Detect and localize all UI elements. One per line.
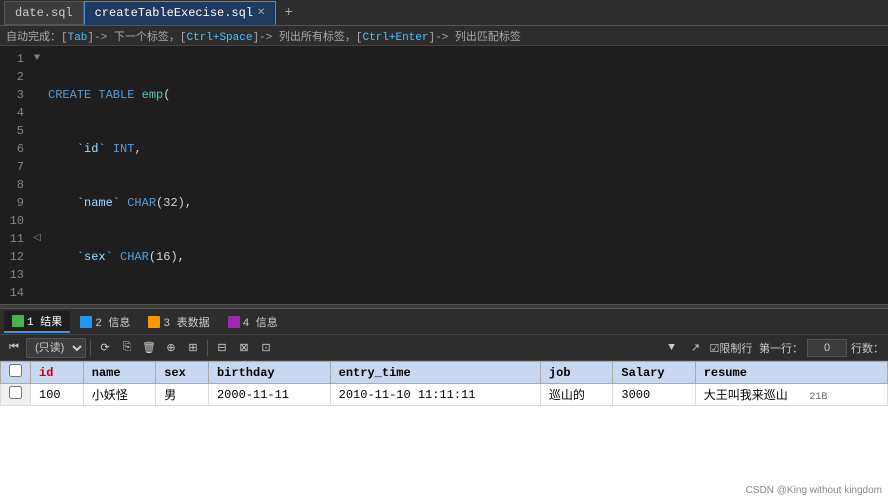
data-grid[interactable]: id name sex birthday entry_time job Sala…	[0, 361, 888, 502]
select-all-checkbox[interactable]	[9, 364, 22, 377]
col-header-resume: resume	[695, 362, 887, 384]
app-container: date.sql createTableExecise.sql ✕ + 自动完成…	[0, 0, 888, 502]
toolbar-filter[interactable]: ⊕	[161, 338, 181, 358]
table-header-row: id name sex birthday entry_time job Sala…	[1, 362, 888, 384]
result-tab-3[interactable]: 3 表数据	[140, 311, 217, 333]
result-tab-1[interactable]: 1 结果	[4, 311, 70, 333]
cell-entry-time: 2010-11-10 11:11:11	[330, 384, 540, 406]
sep-1	[90, 340, 91, 356]
col-header-job: job	[540, 362, 612, 384]
tab-date-sql[interactable]: date.sql	[4, 1, 84, 25]
table-row[interactable]: 100 小妖怪 男 2000-11-11 2010-11-10 11:11:11…	[1, 384, 888, 406]
cell-name: 小妖怪	[83, 384, 155, 406]
toolbar-filter-icon[interactable]: ▼	[662, 338, 682, 358]
col-header-birthday: birthday	[208, 362, 330, 384]
collapse-icon-1[interactable]: ▼	[30, 50, 44, 68]
row-checkbox[interactable]	[9, 386, 22, 399]
cell-id: 100	[31, 384, 84, 406]
result-icon-4	[228, 316, 240, 328]
line-numbers: 1 2 3 4 5 6 7 8 9 10 11 12 13 14 15 16	[0, 46, 30, 304]
readonly-select[interactable]: (只读)	[26, 338, 86, 358]
collapse-area: ▼ ◁	[30, 46, 44, 304]
col-header-entry-time: entry_time	[330, 362, 540, 384]
resume-text: 大王叫我来巡山	[704, 389, 788, 403]
toolbar-btn-4[interactable]: ⊠	[234, 338, 254, 358]
cell-job: 巡山的	[540, 384, 612, 406]
col-header-salary: Salary	[613, 362, 695, 384]
result-tab-4[interactable]: 4 信息	[220, 311, 286, 333]
toolbar-delete[interactable]: 🗑	[139, 338, 159, 358]
cell-salary: 3000	[613, 384, 695, 406]
cell-sex: 男	[156, 384, 209, 406]
results-panel: 1 结果 2 信息 3 表数据 4 信息 ⏮ (只读)	[0, 309, 888, 502]
toolbar-btn-3[interactable]: ⊟	[212, 338, 232, 358]
hint-text: 自动完成：[Tab]-> 下一个标签，[Ctrl+Space]-> 列出所有标签…	[6, 28, 521, 44]
code-editor[interactable]: 1 2 3 4 5 6 7 8 9 10 11 12 13 14 15 16 ▼…	[0, 46, 888, 304]
result-tab-4-label: 4 信息	[243, 314, 278, 330]
toolbar-right: ▼ ↗ ☑限制行 第一行： 行数：	[662, 338, 884, 358]
col-header-sex: sex	[156, 362, 209, 384]
tab-bar: date.sql createTableExecise.sql ✕ +	[0, 0, 888, 26]
tab-add-button[interactable]: +	[276, 5, 300, 21]
toolbar-refresh[interactable]: ⟳	[95, 338, 115, 358]
code-content[interactable]: CREATE TABLE emp( `id` INT, `name` CHAR(…	[44, 46, 888, 304]
toolbar-nav-first[interactable]: ⏮	[4, 338, 24, 358]
limit-start-input[interactable]	[807, 339, 847, 357]
results-table: id name sex birthday entry_time job Sala…	[0, 361, 888, 406]
result-tab-2[interactable]: 2 信息	[72, 311, 138, 333]
sep-2	[207, 340, 208, 356]
tab-date-sql-label: date.sql	[15, 6, 73, 20]
result-tab-3-label: 3 表数据	[163, 314, 209, 330]
cell-birthday: 2000-11-11	[208, 384, 330, 406]
result-tab-2-label: 2 信息	[95, 314, 130, 330]
toolbar-grid[interactable]: ⊞	[183, 338, 203, 358]
tab-createtable-sql-label: createTableExecise.sql	[95, 6, 253, 20]
limit-checkbox-label: ☑限制行 第一行：	[710, 340, 803, 356]
toolbar-copy[interactable]: ⎘	[117, 338, 137, 358]
result-icon-2	[80, 316, 92, 328]
tab-close-icon[interactable]: ✕	[257, 7, 265, 19]
result-icon-3	[148, 316, 160, 328]
col-header-name: name	[83, 362, 155, 384]
col-header-checkbox[interactable]	[1, 362, 31, 384]
cell-resume: 大王叫我来巡山 21B	[695, 384, 887, 406]
results-tabs: 1 结果 2 信息 3 表数据 4 信息	[0, 309, 888, 335]
result-tab-1-label: 1 结果	[27, 313, 62, 329]
grid-toolbar: ⏮ (只读) ⟳ ⎘ 🗑 ⊕ ⊞ ⊟ ⊠ ⊡ ▼ ↗ ☑限制行 第一行： 行数：	[0, 335, 888, 361]
tab-createtable-sql[interactable]: createTableExecise.sql ✕	[84, 1, 277, 25]
result-icon-1	[12, 315, 24, 327]
watermark: CSDN @King without kingdom	[746, 485, 882, 496]
resume-size: 21B	[809, 392, 827, 403]
toolbar-export[interactable]: ↗	[686, 338, 706, 358]
col-header-id: id	[31, 362, 84, 384]
collapse-icon-2[interactable]: ◁	[30, 230, 44, 248]
row-count-label: 行数：	[851, 340, 884, 356]
hint-bar: 自动完成：[Tab]-> 下一个标签，[Ctrl+Space]-> 列出所有标签…	[0, 26, 888, 46]
toolbar-btn-5[interactable]: ⊡	[256, 338, 276, 358]
toolbar-dropdown[interactable]: (只读)	[26, 338, 86, 358]
row-checkbox-cell[interactable]	[1, 384, 31, 406]
